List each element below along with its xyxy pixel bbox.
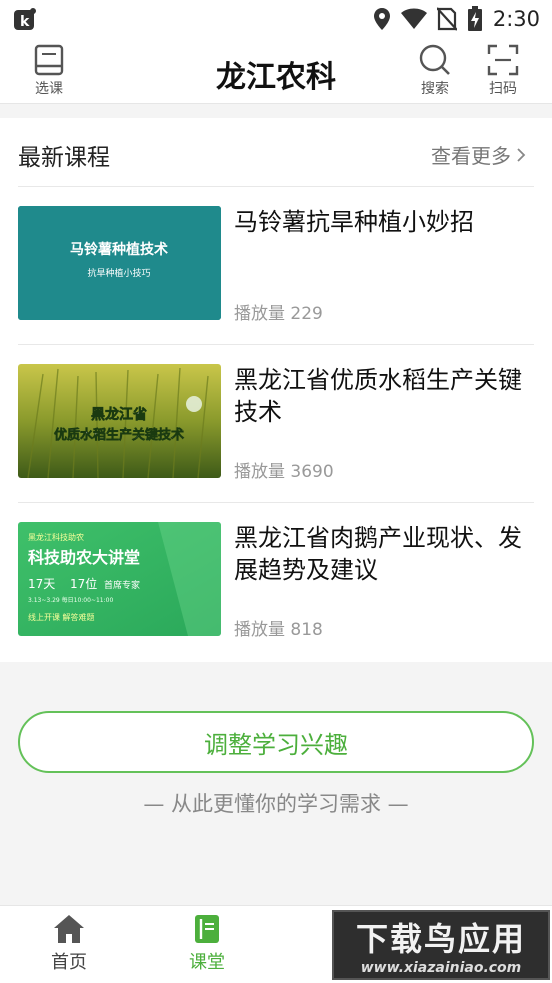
thumb-top-line: 黑龙江科技助农: [28, 532, 84, 542]
thumb-days: 17天: [28, 577, 55, 591]
divider: [18, 344, 534, 345]
scan-label: 扫码: [489, 81, 517, 97]
watermark-title: 下载鸟应用: [355, 920, 526, 958]
wifi-icon: [400, 8, 427, 29]
divider: [18, 502, 534, 503]
scan-button[interactable]: 扫码: [475, 44, 531, 100]
divider: [18, 186, 534, 187]
book-icon: [195, 915, 219, 943]
adjust-interests-button[interactable]: 调整学习兴趣: [18, 711, 534, 773]
thumb-title: 科技助农大讲堂: [28, 548, 140, 567]
course-play-count: 播放量 229: [234, 304, 323, 324]
no-sim-icon: [436, 7, 457, 31]
see-more-link[interactable]: 查看更多: [431, 140, 526, 169]
tab-classroom[interactable]: 课堂: [162, 914, 252, 974]
thumb-subtitle: 抗旱种植小技巧: [87, 267, 150, 279]
thumb-line-2: 优质水稻生产关键技术: [54, 427, 184, 443]
adjust-caption: — 从此更懂你的学习需求 —: [143, 792, 409, 816]
see-more-label: 查看更多: [431, 144, 511, 168]
thumb-bottom-line: 线上开课 解答难题: [28, 612, 95, 622]
thumb-seats: 17位: [70, 576, 97, 591]
thumb-line-1: 黑龙江省: [91, 406, 147, 423]
svg-text:k: k: [20, 14, 30, 30]
course-thumbnail: 黑龙江省 优质水稻生产关键技术: [18, 364, 221, 478]
battery-charging-icon: [467, 6, 482, 31]
thumb-title: 马铃薯种植技术: [70, 241, 168, 258]
course-title: 马铃薯抗旱种植小妙招: [234, 208, 474, 236]
course-title: 黑龙江省优质水稻生产关键技术: [234, 366, 522, 426]
tab-home[interactable]: 首页: [24, 914, 114, 974]
course-title: 黑龙江省肉鹅产业现状、发展趋势及建议: [234, 524, 522, 584]
search-icon: [419, 44, 450, 75]
thumb-dates: 3.13~3.29 每日10:00~11:00: [28, 596, 113, 604]
tab-classroom-label: 课堂: [189, 952, 225, 973]
course-item[interactable]: 黑龙江科技助农 科技助农大讲堂 17天 17位 首席专家 3.13~3.29 每…: [18, 522, 534, 640]
course-item[interactable]: 马铃薯种植技术 抗旱种植小技巧 马铃薯抗旱种植小妙招 播放量 229: [18, 206, 534, 324]
section-title: 最新课程: [18, 145, 110, 171]
status-time: 2:30: [492, 7, 540, 31]
course-item[interactable]: 黑龙江省 优质水稻生产关键技术 黑龙江省优质水稻生产关键技术 播放量 3690: [18, 364, 534, 482]
scan-icon: [487, 44, 519, 76]
watermark-url: www.xiazainiao.com: [360, 960, 522, 976]
search-button[interactable]: 搜索: [407, 44, 463, 100]
tab-home-label: 首页: [51, 952, 87, 973]
watermark: 下载鸟应用 www.xiazainiao.com: [332, 910, 550, 980]
course-play-count: 播放量 3690: [234, 462, 334, 482]
location-icon: [373, 8, 390, 30]
app-header: 选课 龙江农科 搜索 扫码: [0, 38, 552, 104]
course-thumbnail: 马铃薯种植技术 抗旱种植小技巧: [18, 206, 221, 320]
course-play-count: 播放量 818: [234, 620, 323, 640]
search-label: 搜索: [421, 81, 449, 97]
course-thumbnail: 黑龙江科技助农 科技助农大讲堂 17天 17位 首席专家 3.13~3.29 每…: [18, 522, 221, 636]
latest-courses-card: 最新课程 查看更多 马铃薯种植技术 抗旱种植小技巧 马铃薯抗旱种植小妙招 播放量…: [0, 118, 552, 662]
app-notification-icon: k: [14, 8, 36, 30]
chevron-right-icon: [517, 147, 526, 162]
app-title: 龙江农科: [216, 60, 336, 95]
home-icon: [54, 915, 84, 943]
thumb-experts: 首席专家: [104, 579, 140, 591]
status-bar: k 2:30: [0, 0, 552, 38]
